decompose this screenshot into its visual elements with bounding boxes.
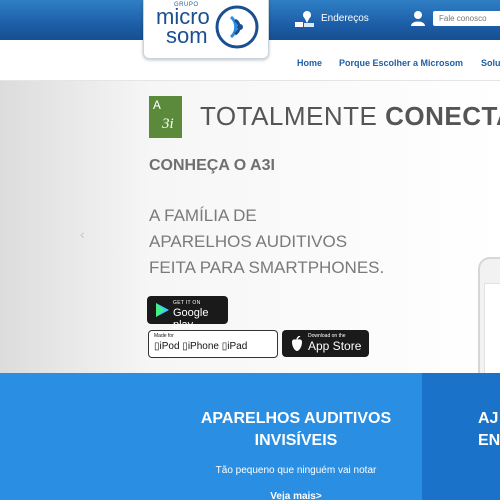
hero-title-light: TOTALMENTE <box>200 101 386 131</box>
user-icon <box>411 11 425 26</box>
logo-som-text: som <box>166 23 208 48</box>
app-store-big-text: App Store <box>308 339 362 353</box>
hero-body-line: A FAMÍLIA DE <box>149 206 257 225</box>
smartphone-image <box>478 257 500 373</box>
device-ipod: iPod <box>159 341 180 352</box>
map-pin-icon[interactable] <box>294 10 316 28</box>
card-2-title: AJ EN <box>478 408 500 452</box>
a3i-badge-number: 3i <box>162 116 174 132</box>
card-title: APARELHOS AUDITIVOS INVISÍVEIS <box>180 408 412 452</box>
made-for-ipod-badge[interactable]: Made for ▯iPod ▯iPhone ▯iPad <box>148 330 278 358</box>
hero-title: TOTALMENTE CONECTA <box>200 101 500 132</box>
nav-item-porque-escolher[interactable]: Porque Escolher a Microsom <box>339 58 463 68</box>
apple-icon <box>292 336 302 351</box>
enderecos-link[interactable]: Endereços <box>321 13 369 24</box>
microsom-logo[interactable]: GRUPO micro som <box>143 0 269 59</box>
nav-item-home[interactable]: Home <box>297 58 322 68</box>
sound-wave-logo-icon <box>215 5 259 49</box>
hero-title-bold: CONECTA <box>385 101 500 131</box>
card-2-title-line: EN <box>478 432 500 449</box>
card-title-line: INVISÍVEIS <box>254 432 338 449</box>
hero-body-line: APARELHOS AUDITIVOS <box>149 232 348 251</box>
google-play-icon <box>156 303 169 317</box>
carousel-prev-arrow-icon[interactable]: ‹ <box>80 226 85 242</box>
a3i-badge-logo: A 3i <box>149 96 182 138</box>
hero-body-line: FEITA PARA SMARTPHONES. <box>149 258 385 277</box>
card-2-title-line: AJ <box>478 410 499 427</box>
device-ipad: iPad <box>227 341 248 352</box>
made-for-text: Made for <box>154 333 174 339</box>
card-title-line: APARELHOS AUDITIVOS <box>200 410 392 427</box>
google-play-small-text: GET IT ON <box>173 300 201 306</box>
device-list: ▯iPod ▯iPhone ▯iPad <box>154 341 248 352</box>
card-subtitle: Tão pequeno que ninguém vai notar <box>215 465 377 476</box>
contact-search-input[interactable] <box>433 11 500 26</box>
app-store-badge[interactable]: Download on the App Store <box>282 330 369 357</box>
device-iphone: iPhone <box>187 341 219 352</box>
a3i-badge-letter: A <box>153 98 161 113</box>
veja-mais-link[interactable]: Veja mais> <box>180 491 412 502</box>
hero-subtitle: CONHEÇA O A3I <box>149 157 275 174</box>
google-play-badge[interactable]: GET IT ON Google play <box>147 296 228 331</box>
nav-item-solucoes[interactable]: Solu <box>481 58 500 68</box>
google-play-big-text: Google play <box>173 307 209 331</box>
